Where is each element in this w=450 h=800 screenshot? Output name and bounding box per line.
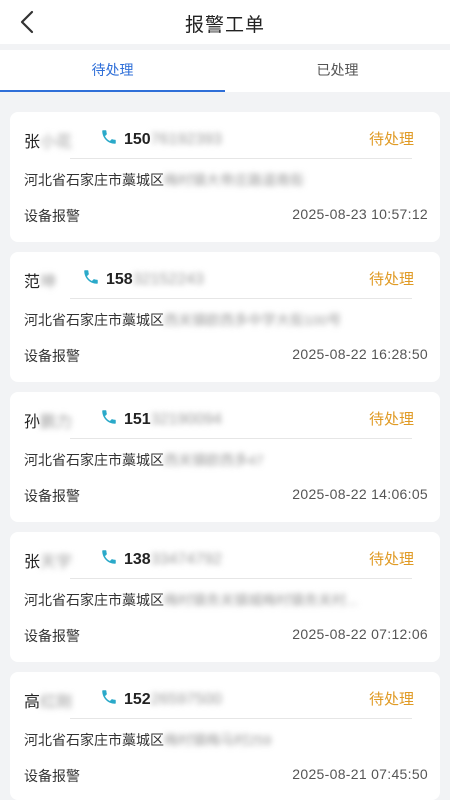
alarm-type: 设备报警 [24,488,80,504]
address: 河北省石家庄市藁城区梅村镇梅马村259 [24,732,272,748]
phone-number[interactable]: 15076192393 [100,128,222,149]
phone-number[interactable]: 15132190094 [100,408,222,429]
status-badge: 待处理 [368,271,414,288]
status-badge: 待处理 [368,131,414,148]
masked-phone: 76192393 [150,131,222,148]
top-bar: 报警工单 [0,0,450,44]
order-card[interactable]: 高红刚 15226597500 待处理 河北省石家庄市藁城区梅村镇梅马村259 … [10,672,440,800]
address: 河北省石家庄市藁城区西关镇欧西多中学大街100号 [24,312,342,328]
divider [70,718,412,719]
order-card[interactable]: 张天宇 13833474792 待处理 河北省石家庄市藁城区梅村镇务关镇城梅村镇… [10,532,440,662]
masked-phone: 33474792 [150,551,222,568]
masked-name: 红刚 [40,694,73,711]
masked-address: 梅村镇务关镇城梅村镇务关村... [164,592,358,608]
divider [70,158,412,159]
masked-address: 梅村镇大帝庄路道南街 [164,172,304,188]
customer-name: 张小花 [24,128,72,152]
alarm-time: 2025-08-21 07:45:50 [292,766,428,782]
active-tab-indicator [0,90,225,92]
page-title: 报警工单 [184,15,265,36]
phone-icon [102,410,116,424]
divider [70,298,412,299]
phone-number[interactable]: 13833474792 [100,548,222,569]
status-badge: 待处理 [368,411,414,428]
alarm-time: 2025-08-22 16:28:50 [292,346,428,362]
alarm-type: 设备报警 [24,208,80,224]
tab-pending[interactable]: 待处理 [0,50,225,92]
divider [70,578,412,579]
alarm-type: 设备报警 [24,348,80,364]
phone-icon [102,550,116,564]
masked-phone: 32152243 [132,271,204,288]
alarm-time: 2025-08-22 14:06:05 [292,486,428,502]
alarm-time: 2025-08-23 10:57:12 [292,206,428,222]
customer-name: 张天宇 [24,548,72,572]
masked-name: 坤 [40,274,57,291]
phone-icon [102,130,116,144]
divider [70,438,412,439]
customer-name: 高红刚 [24,688,72,712]
address: 河北省石家庄市藁城区梅村镇大帝庄路道南街 [24,172,304,188]
customer-name: 范坤 [24,268,56,292]
order-card[interactable]: 张小花 15076192393 待处理 河北省石家庄市藁城区梅村镇大帝庄路道南街… [10,112,440,242]
phone-icon [84,270,98,284]
tab-bar: 待处理 已处理 [0,50,450,92]
masked-phone: 32190094 [150,411,222,428]
customer-name: 孙鹏力 [24,408,72,432]
masked-address: 西关镇欧西多中学大街100号 [164,312,342,328]
address: 河北省石家庄市藁城区西关镇欧西多47 [24,452,264,468]
status-badge: 待处理 [368,551,414,568]
phone-icon [102,690,116,704]
masked-name: 鹏力 [40,414,73,431]
masked-name: 小花 [40,134,73,151]
phone-number[interactable]: 15226597500 [100,688,222,709]
masked-address: 西关镇欧西多47 [164,452,264,468]
alarm-time: 2025-08-22 07:12:06 [292,626,428,642]
order-card[interactable]: 范坤 15832152243 待处理 河北省石家庄市藁城区西关镇欧西多中学大街1… [10,252,440,382]
phone-number[interactable]: 15832152243 [82,268,204,289]
address: 河北省石家庄市藁城区梅村镇务关镇城梅村镇务关村... [24,592,358,608]
alarm-type: 设备报警 [24,768,80,784]
masked-address: 梅村镇梅马村259 [164,732,272,748]
masked-phone: 26597500 [150,691,222,708]
tab-processed[interactable]: 已处理 [225,50,450,92]
status-badge: 待处理 [368,691,414,708]
order-card[interactable]: 孙鹏力 15132190094 待处理 河北省石家庄市藁城区西关镇欧西多47 设… [10,392,440,522]
alarm-type: 设备报警 [24,628,80,644]
masked-name: 天宇 [40,554,73,571]
